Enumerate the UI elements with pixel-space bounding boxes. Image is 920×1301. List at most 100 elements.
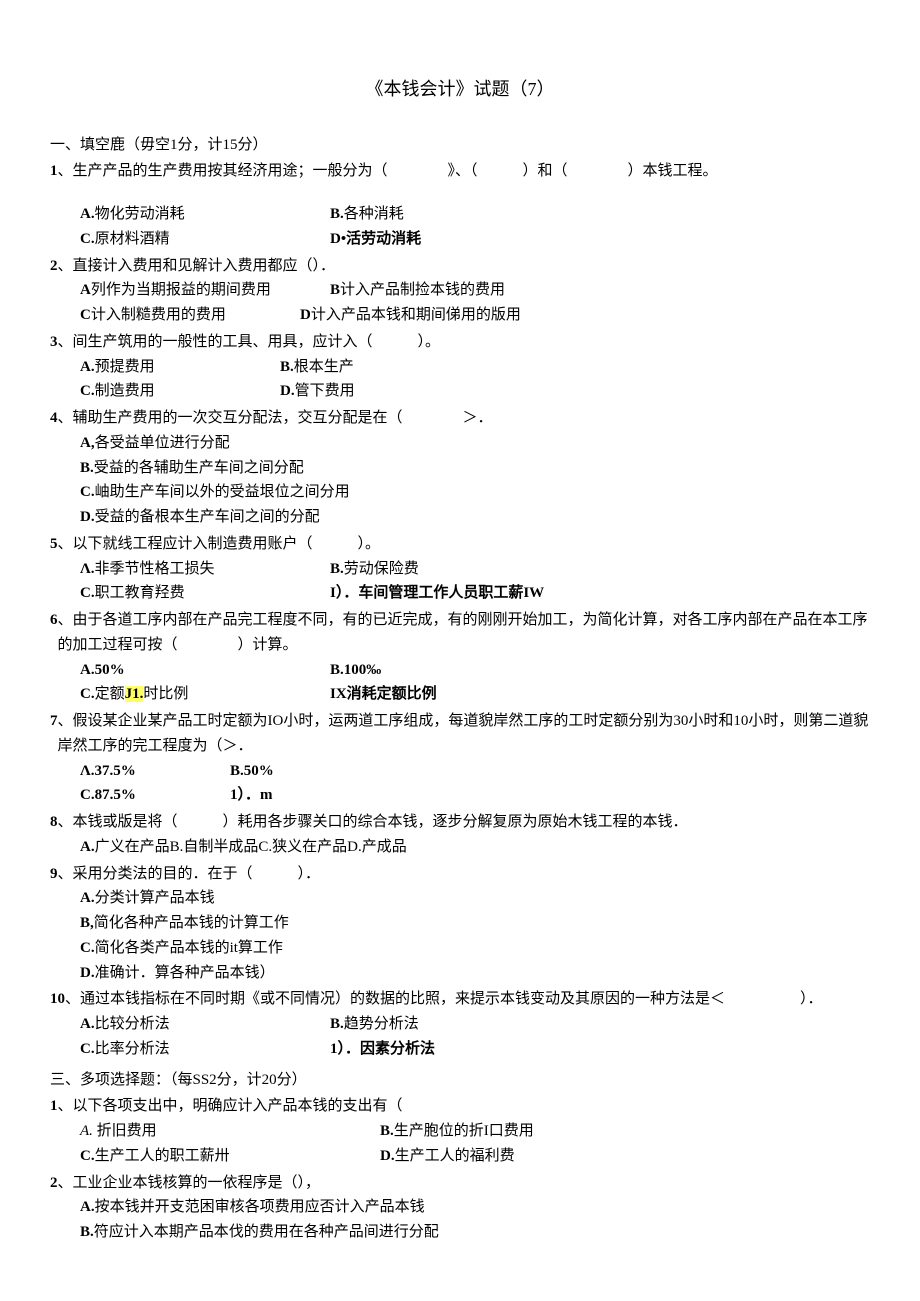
question-3: 3、间生产筑用的一般性的工具、用具，应计入（ ）。	[50, 330, 870, 355]
q9-opt-d: 准确计．算各种产品本钱）	[95, 965, 275, 981]
multi-question-1: 1、以下各项支出中，明确应计入产品本钱的支出有（	[50, 1094, 870, 1119]
q10-opt-c: 比率分析法	[95, 1041, 170, 1057]
q1-opt-a: 物化劳动消耗	[95, 206, 185, 222]
q3-opt-a: 预提费用	[95, 359, 155, 375]
q2-opt-c: 计入制糙费用的费用	[91, 307, 226, 323]
q5-options-row1: Λ.非季节性格工损失 B.劳动保险费	[50, 557, 870, 582]
question-5: 5、以下就线工程应计入制造费用账户（ ）。	[50, 532, 870, 557]
mq1-opt-a: 折旧费用	[97, 1123, 157, 1139]
q10-stem: 、通过本钱指标在不同时期《或不同情况）的数据的比照，来提示本钱变动及其原因的一种…	[65, 991, 823, 1007]
q9-stem: 、采用分类法的目的．在于（ ）．	[58, 866, 321, 882]
question-2: 2、直接计入费用和见解计入费用都应（）．	[50, 254, 870, 279]
q10-opt-d: 1）．因素分析法	[330, 1041, 435, 1057]
q7-num: 7	[50, 713, 58, 729]
q1-options-row2: C.原材料酒精 D•活劳动消耗	[50, 227, 870, 252]
q5-opt-c: 职工教育羟费	[95, 585, 185, 601]
q4-opt-a: 各受益单位进行分配	[95, 435, 230, 451]
q7-options-row2: C.87.5% 1）．m	[50, 783, 870, 808]
q3-opt-d: 管下费用	[295, 383, 355, 399]
mq1-opt-b: 生产胞位的折I口费用	[394, 1123, 534, 1139]
q4-num: 4	[50, 410, 58, 426]
q9-opt-a-row: A.分类计算产品本钱	[50, 886, 870, 911]
q6-opt-c-pre: C.	[80, 686, 95, 702]
section-1-header: 一、填空鹿（毋空1分，计15分）	[50, 133, 870, 158]
q10-num: 10	[50, 991, 65, 1007]
q10-opt-a: 比较分析法	[95, 1016, 170, 1032]
mq2-opt-b: 符应计入本期产品本伐的费用在各种产品间进行分配	[94, 1224, 439, 1240]
question-10: 10、通过本钱指标在不同时期《或不同情况）的数据的比照，来提示本钱变动及其原因的…	[50, 987, 870, 1012]
mq2-num: 2	[50, 1175, 58, 1191]
mq1-opt-d: 生产工人的福利费	[395, 1148, 515, 1164]
q7-opt-c: C.87.5%	[80, 787, 136, 803]
page-title: 《本钱会计》试题（7）	[50, 75, 870, 105]
q3-num: 3	[50, 334, 58, 350]
q3-options-row2: C.制造费用 D.管下费用	[50, 379, 870, 404]
q4-opt-d: 受益的备根本生产车间之间的分配	[95, 509, 320, 525]
mq1-stem: 、以下各项支出中，明确应计入产品本钱的支出有（	[58, 1098, 403, 1114]
q6-opt-c-t1: 定额	[95, 686, 125, 702]
q4-opt-c: 岫助生产车间以外的受益垠位之间分用	[95, 484, 350, 500]
q5-num: 5	[50, 536, 58, 552]
q6-opt-b: B.100‰	[330, 662, 381, 678]
section-3-header: 三、多项选择题：（每SS2分，计20分）	[50, 1068, 870, 1093]
q10-options-row1: A.比较分析法 B.趋势分析法	[50, 1012, 870, 1037]
question-6: 6 、由于各道工序内部在产品完工程度不同，有的已近完成，有的刚刚开始加工，为简化…	[50, 608, 870, 658]
q6-opt-a: A.50%	[80, 662, 125, 678]
q5-opt-b: 劳动保险费	[344, 561, 419, 577]
q4-stem: 、辅助生产费用的一次交互分配法，交互分配是在（ ＞．	[58, 410, 493, 426]
q7-opt-d: 1）．m	[230, 787, 273, 803]
q7-options-row1: Λ.37.5% B.50%	[50, 759, 870, 784]
q7-opt-a: Λ.37.5%	[80, 763, 136, 779]
q9-opt-c: 简化各类产品本钱的it算工作	[95, 940, 283, 956]
q8-combined: 广义在产品B.自制半成品C.狭义在产品D.产成品	[95, 839, 407, 855]
q6-opt-c-t2: 时比例	[143, 686, 188, 702]
q7-opt-b: B.50%	[230, 763, 274, 779]
q3-options-row1: A.预提费用 B.根本生产	[50, 355, 870, 380]
q1-opt-c: 原材料酒精	[95, 231, 170, 247]
mq2-stem: 、工业企业本钱核算的一依程序是（），	[58, 1175, 321, 1191]
mq2-opt-a-row: A.按本钱并开支范困审核各项费用应否计入产品本钱	[50, 1195, 870, 1220]
q5-stem: 、以下就线工程应计入制造费用账户（ ）。	[58, 536, 381, 552]
mq2-opt-b-row: B.符应计入本期产品本伐的费用在各种产品间进行分配	[50, 1220, 870, 1245]
q6-options-row1: A.50% B.100‰	[50, 658, 870, 683]
q8-stem: 、本钱或版是将（ ）耗用各步骤关口的综合本钱，逐步分解复原为原始木钱工程的本钱．	[58, 814, 688, 830]
q2-stem: 、直接计入费用和见解计入费用都应（）．	[58, 258, 336, 274]
q9-opt-d-row: D.准确计．算各种产品本钱）	[50, 961, 870, 986]
mq2-opt-a: 按本钱并开支范困审核各项费用应否计入产品本钱	[95, 1199, 425, 1215]
q9-opt-a: 分类计算产品本钱	[95, 890, 215, 906]
q2-opt-a: 列作为当期报益的期间费用	[91, 282, 271, 298]
q1-stem: 、生产产品的生产费用按其经济用途；一般分为（ 》、（ ）和（ ）本钱工程。	[58, 163, 718, 179]
q8-options: A.广义在产品B.自制半成品C.狭义在产品D.产成品	[50, 835, 870, 860]
mq1-options-row2: C.生产工人的职工薪卅 D.生产工人的福利费	[50, 1144, 870, 1169]
q10-options-row2: C.比率分析法 1）．因素分析法	[50, 1037, 870, 1062]
question-1: 1、生产产品的生产费用按其经济用途；一般分为（ 》、（ ）和（ ）本钱工程。	[50, 159, 870, 184]
q9-opt-b: 简化各种产品本钱的计算工作	[94, 915, 289, 931]
q4-opt-c-row: C.岫助生产车间以外的受益垠位之间分用	[50, 480, 870, 505]
q3-opt-b: 根本生产	[294, 359, 354, 375]
q6-stem: 、由于各道工序内部在产品完工程度不同，有的已近完成，有的刚刚开始加工，为简化计算…	[58, 608, 871, 658]
q6-opt-c-highlight: J1.	[125, 686, 144, 702]
q1-opt-b: 各种消耗	[344, 206, 404, 222]
q6-opt-d: IX消耗定额比例	[330, 686, 437, 702]
q9-num: 9	[50, 866, 58, 882]
q8-num: 8	[50, 814, 58, 830]
question-8: 8、本钱或版是将（ ）耗用各步骤关口的综合本钱，逐步分解复原为原始木钱工程的本钱…	[50, 810, 870, 835]
q6-options-row2: C.定额J1.时比例 IX消耗定额比例	[50, 682, 870, 707]
question-7: 7 、假设某企业某产品工时定额为IO小时，运两道工序组成，每道貌岸然工序的工时定…	[50, 709, 870, 759]
q1-num: 1	[50, 163, 58, 179]
q3-opt-c: 制造费用	[95, 383, 155, 399]
mq1-num: 1	[50, 1098, 58, 1114]
q4-opt-b-row: B.受益的各辅助生产车间之间分配	[50, 456, 870, 481]
q10-opt-b: 趋势分析法	[344, 1016, 419, 1032]
q4-opt-b: 受益的各辅助生产车间之间分配	[94, 460, 304, 476]
q1-options-row1: A.物化劳动消耗 B.各种消耗	[50, 202, 870, 227]
q3-stem: 、间生产筑用的一般性的工具、用具，应计入（ ）。	[58, 334, 441, 350]
q9-opt-b-row: B,简化各种产品本钱的计算工作	[50, 911, 870, 936]
q2-num: 2	[50, 258, 58, 274]
question-9: 9、采用分类法的目的．在于（ ）．	[50, 862, 870, 887]
mq1-options-row1: A. 折旧费用 B.生产胞位的折I口费用	[50, 1119, 870, 1144]
q4-opt-a-row: A,各受益单位进行分配	[50, 431, 870, 456]
q9-opt-c-row: C.简化各类产品本钱的it算工作	[50, 936, 870, 961]
q6-num: 6	[50, 612, 58, 628]
q2-options-row2: C计入制糙费用的费用 D计入产品本钱和期间俤用的版用	[50, 303, 870, 328]
